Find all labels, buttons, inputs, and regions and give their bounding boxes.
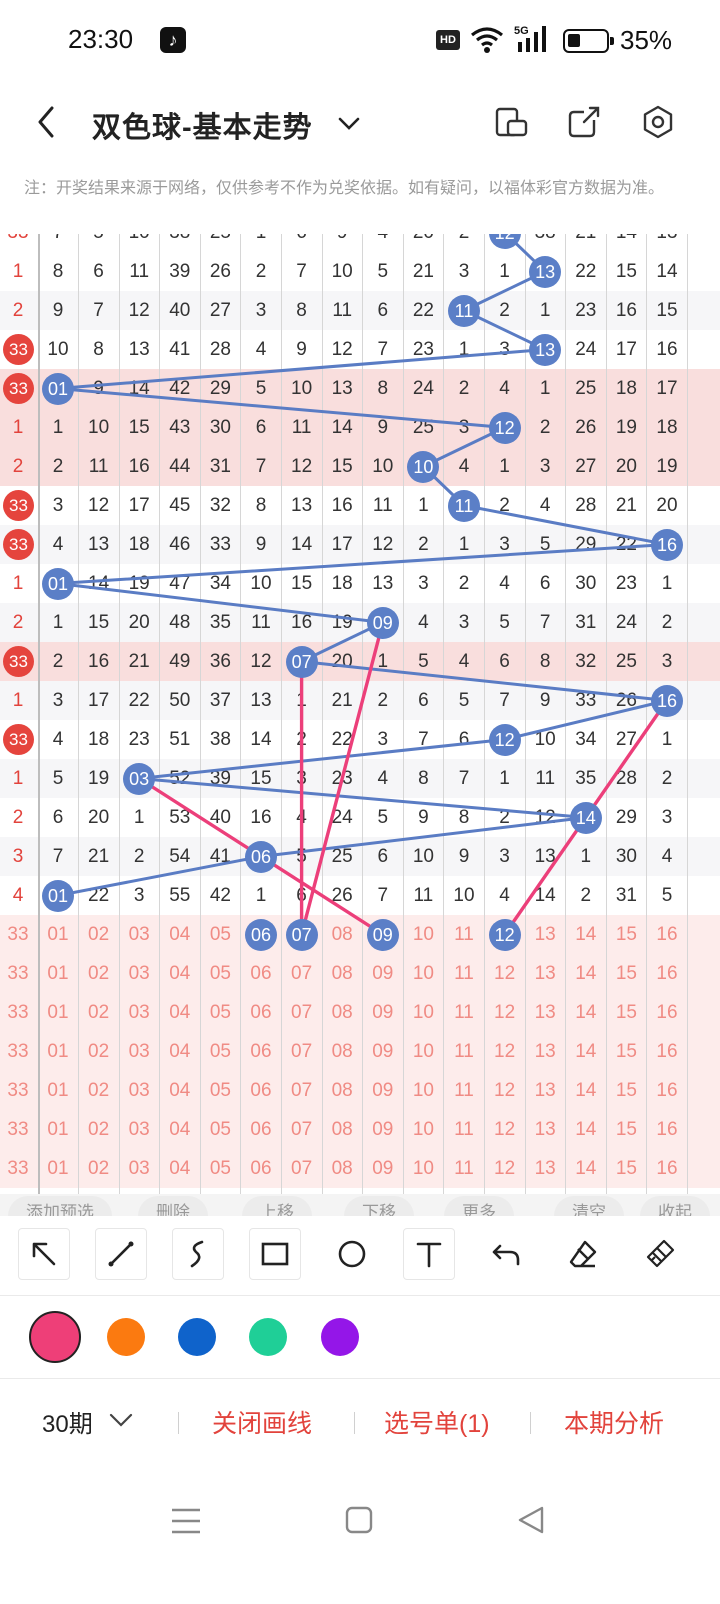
drawn-number-ball: 12 <box>488 411 521 444</box>
divider <box>354 1412 355 1434</box>
hd-badge: HD <box>436 30 460 50</box>
period-select[interactable]: 30期 <box>42 1404 93 1439</box>
settings-icon[interactable] <box>640 104 676 140</box>
rectangle-tool[interactable] <box>249 1228 301 1280</box>
drawn-number-ball[interactable]: 07 <box>285 918 318 951</box>
screen-layout-icon[interactable] <box>494 104 530 140</box>
drawn-number-ball: 12 <box>488 723 521 756</box>
drawn-number-ball: 11 <box>448 294 480 327</box>
arrow-pointer-icon <box>32 1242 56 1266</box>
select-arrow-tool[interactable] <box>18 1228 70 1280</box>
recent-apps-icon[interactable] <box>170 1506 202 1536</box>
eraser-tool[interactable] <box>557 1228 609 1280</box>
home-icon[interactable] <box>344 1504 374 1536</box>
clear-brush-tool[interactable] <box>634 1228 686 1280</box>
page-title[interactable]: 双色球-基本走势 <box>92 104 313 146</box>
brush-clear-icon <box>646 1239 675 1268</box>
drawn-number-ball: 07 <box>285 645 318 678</box>
color-swatch-purple[interactable] <box>321 1318 359 1356</box>
line-icon <box>108 1241 134 1267</box>
color-swatch-blue[interactable] <box>178 1318 216 1356</box>
battery-icon <box>563 29 614 53</box>
drawn-number-ball[interactable]: 09 <box>366 918 399 951</box>
back-arrow-icon[interactable] <box>28 102 68 142</box>
network-type-label: 5G <box>514 25 529 37</box>
back-triangle-icon[interactable] <box>516 1504 546 1536</box>
share-icon[interactable] <box>566 104 602 140</box>
color-swatch-pink[interactable] <box>29 1311 81 1363</box>
text-t-icon <box>416 1242 442 1268</box>
system-nav-bar <box>0 1480 720 1604</box>
divider <box>530 1412 531 1434</box>
status-time: 23:30 <box>68 24 134 54</box>
disclaimer-notice: 注：开奖结果来源于网络，仅供参考不作为兑奖依据。如有疑问，以福体彩官方数据为准。 <box>24 180 665 197</box>
color-swatch-orange[interactable] <box>107 1318 145 1356</box>
close-drawing-button[interactable]: 关闭画线 <box>212 1404 312 1440</box>
text-tool[interactable] <box>403 1228 455 1280</box>
line-tool[interactable] <box>95 1228 147 1280</box>
freehand-tool[interactable] <box>172 1228 224 1280</box>
drawn-number-ball: 01 <box>42 567 74 600</box>
bottom-action-bar: 30期 关闭画线 选号单(1) 本期分析 <box>0 1380 720 1468</box>
status-bar: 23:30 ♪ HD 5G 35% <box>0 0 720 84</box>
circle-icon <box>338 1240 366 1268</box>
drawn-number-ball: 03 <box>123 762 156 795</box>
drawn-number-ball: 16 <box>651 684 683 717</box>
drawing-toolbar <box>0 1216 720 1296</box>
color-palette <box>0 1297 720 1379</box>
drawn-number-ball: 14 <box>569 801 602 834</box>
trend-chart[interactable]: 3375103825169420238211413186113926271052… <box>0 234 720 1202</box>
freehand-curve-icon <box>190 1240 204 1268</box>
undo-icon <box>492 1244 520 1266</box>
drawn-number-ball: 01 <box>42 372 74 405</box>
top-app-bar: 双色球-基本走势 <box>0 84 720 164</box>
drawn-number-ball[interactable]: 06 <box>245 918 277 951</box>
circle-tool[interactable] <box>326 1228 378 1280</box>
divider <box>178 1412 179 1434</box>
color-swatch-green[interactable] <box>249 1318 287 1356</box>
drawn-number-ball[interactable]: 12 <box>488 918 521 951</box>
drawn-number-ball: 13 <box>529 333 562 366</box>
chevron-down-icon[interactable] <box>108 1408 134 1432</box>
drawn-number-ball: 09 <box>366 606 399 639</box>
eraser-icon <box>569 1240 597 1268</box>
wifi-icon <box>471 27 503 53</box>
drawn-number-ball: 16 <box>651 528 683 561</box>
chevron-down-icon[interactable] <box>336 110 362 136</box>
rectangle-icon <box>261 1242 289 1266</box>
drawn-number-ball: 01 <box>42 879 74 912</box>
drawn-number-ball: 06 <box>245 840 277 873</box>
ball-layer: 1213111301121011160109071612031406010607… <box>0 234 720 1202</box>
drawn-number-ball: 13 <box>529 255 562 288</box>
selection-list-button[interactable]: 选号单(1) <box>384 1404 490 1440</box>
drawn-number-ball: 12 <box>488 234 521 249</box>
cellular-signal-icon: 5G <box>514 25 546 52</box>
period-analysis-button[interactable]: 本期分析 <box>564 1404 664 1440</box>
drawn-number-ball: 11 <box>448 489 480 522</box>
drawn-number-ball: 10 <box>407 450 440 483</box>
undo-tool[interactable] <box>480 1228 532 1280</box>
battery-percent: 35% <box>620 25 673 55</box>
tiktok-notification-icon: ♪ <box>160 27 186 53</box>
